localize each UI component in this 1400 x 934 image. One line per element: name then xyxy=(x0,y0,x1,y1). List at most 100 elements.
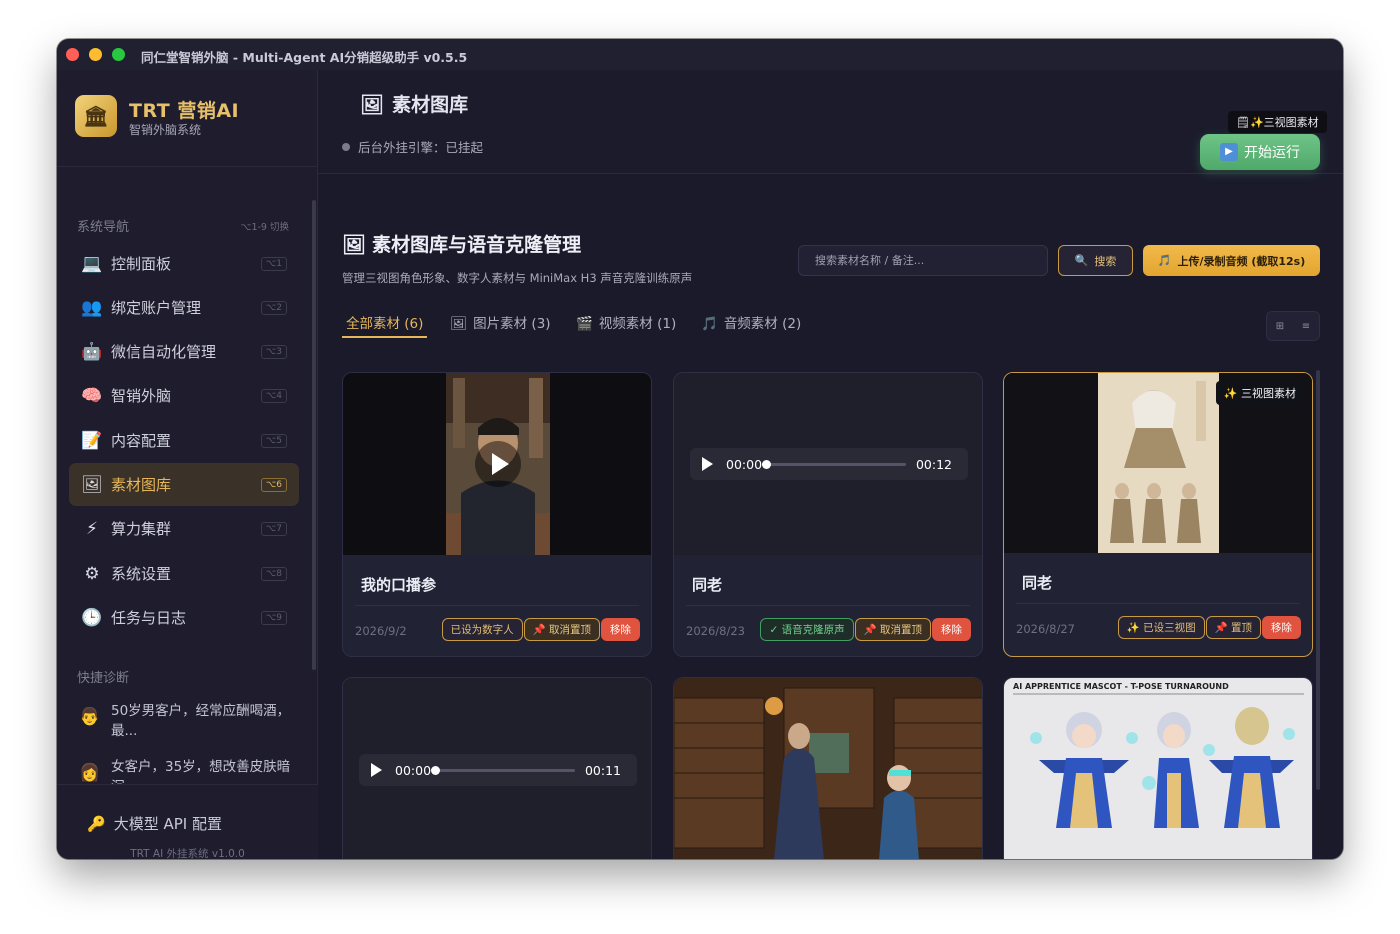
laptop-icon: 💻 xyxy=(81,253,103,274)
diagnosis-item[interactable]: 👨 50岁男客户，经常应酬喝酒，最... xyxy=(79,701,299,745)
audio-progress[interactable] xyxy=(431,765,575,775)
memo-icon: 📝 xyxy=(81,430,103,451)
tooltip-text: 三视图素材 xyxy=(1263,116,1319,129)
sidebar-item-label: 绑定账户管理 xyxy=(111,299,202,317)
upload-audio-label: 上传/录制音频 (截取12s) xyxy=(1177,254,1306,268)
card-title: 我的口播参 xyxy=(361,576,437,594)
search-button[interactable]: 🔍 搜索 xyxy=(1058,245,1133,276)
tab-videos[interactable]: 🎬 视频素材 (1) xyxy=(572,306,680,338)
sidebar-item-7[interactable]: ⚡ 算力集群 ⌥7 xyxy=(69,507,299,550)
tab-audio[interactable]: 🎵 音频素材 (2) xyxy=(697,306,805,338)
status-dot xyxy=(342,143,350,151)
section-title: 🖼 素材图库与语音克隆管理 xyxy=(342,230,581,257)
zoom-window-button[interactable] xyxy=(112,48,125,61)
sidebar: 🏛 TRT 营销AI 智销外脑系统 系统导航 ⌥1-9 切换 💻 控制面板 ⌥1 👥 绑… xyxy=(57,70,318,859)
shortcut-key: ⌥5 xyxy=(260,433,287,448)
start-run-button[interactable]: ▶ 开始运行 xyxy=(1200,134,1320,170)
top-bar: 🖼 素材图库 后台外挂引擎：已挂起 🗒✨三视图素材 ▶ 开始运行 xyxy=(318,70,1343,174)
card-title: 同老 xyxy=(692,576,723,594)
tab-images[interactable]: 🖼 图片素材 (3) xyxy=(446,306,555,338)
picture-icon: 🖼 xyxy=(360,94,385,116)
sidebar-item-2[interactable]: 👥 绑定账户管理 ⌥2 xyxy=(69,286,299,329)
engine-status: 后台外挂引擎：已挂起 xyxy=(342,137,483,156)
sidebar-item-9[interactable]: 🕒 任务与日志 ⌥9 xyxy=(69,596,299,639)
asset-card[interactable] xyxy=(673,677,983,859)
search-label: 搜索 xyxy=(1094,254,1117,268)
video-thumbnail xyxy=(343,373,651,555)
set-digital-human-button[interactable]: 已设为数字人 xyxy=(441,618,523,641)
tooltip: 🗒✨三视图素材 xyxy=(1228,111,1327,133)
man-icon: 👨 xyxy=(79,707,101,727)
minimize-window-button[interactable] xyxy=(89,48,102,61)
sidebar-item-3[interactable]: 🤖 微信自动化管理 ⌥3 xyxy=(69,330,299,373)
play-icon xyxy=(492,453,509,475)
remove-button[interactable]: 移除 xyxy=(601,618,640,641)
pharmacy-scene-image xyxy=(674,678,982,859)
page-title-text: 素材图库 xyxy=(392,94,469,116)
asset-card[interactable]: AI APPRENTICE MASCOT - T-POSE TURNAROUND xyxy=(1003,677,1313,859)
nav-heading: 系统导航 xyxy=(77,220,130,235)
shortcut-key: ⌥8 xyxy=(260,566,287,581)
audio-total-time: 00:12 xyxy=(915,456,952,472)
audio-progress-knob[interactable] xyxy=(762,459,772,469)
clock-icon: 🕒 xyxy=(81,607,103,628)
asset-card[interactable]: ✨ 三视图素材 同老 2026/8/27 ✨ 已设三视图 📌 置顶 移除 xyxy=(1003,372,1313,657)
sidebar-item-label: 算力集群 xyxy=(111,520,172,538)
robot-icon: 🤖 xyxy=(81,341,103,362)
play-button[interactable] xyxy=(475,441,521,487)
sidebar-item-5[interactable]: 📝 内容配置 ⌥5 xyxy=(69,419,299,462)
search-icon: 🔍 xyxy=(1074,254,1089,267)
asset-card[interactable]: 00:00 00:11 xyxy=(342,677,652,859)
diagnosis-item[interactable]: 👩 女客户，35岁，想改善皮肤暗沉 xyxy=(79,757,299,784)
play-icon[interactable] xyxy=(371,763,382,777)
remove-button[interactable]: 移除 xyxy=(932,618,971,641)
shortcut-key: ⌥7 xyxy=(260,521,287,536)
brand-subtitle: 智销外脑系统 xyxy=(129,123,202,137)
brand: 🏛 TRT 营销AI 智销外脑系统 xyxy=(75,95,305,137)
sidebar-footer: 🔑 大模型 API 配置 TRT AI 外挂系统 v1.0.0 xyxy=(57,784,318,859)
sidebar-item-label: 系统设置 xyxy=(111,565,172,583)
sidebar-item-1[interactable]: 💻 控制面板 ⌥1 xyxy=(69,242,299,285)
asset-card[interactable]: 00:00 00:12 同老 2026/8/23 ✓ 语音克隆原声 📌 取消置顶… xyxy=(673,372,983,657)
nav-shortcut-hint: ⌥1-9 切换 xyxy=(240,222,289,233)
image-caption: AI APPRENTICE MASCOT - T-POSE TURNAROUND xyxy=(1013,682,1229,691)
tab-label: 图片素材 (3) xyxy=(473,316,551,332)
version-text: TRT AI 外挂系统 v1.0.0 xyxy=(130,848,245,859)
sidebar-item-6[interactable]: 🖼 素材图库 ⌥6 xyxy=(69,463,299,506)
unpin-button[interactable]: 📌 取消置顶 xyxy=(523,618,600,641)
divider xyxy=(57,166,318,167)
audio-player[interactable]: 00:00 00:12 xyxy=(690,448,968,480)
grid-view-icon[interactable]: ⊞ xyxy=(1276,321,1284,332)
search-input[interactable] xyxy=(798,245,1048,276)
play-icon[interactable] xyxy=(702,457,713,471)
tab-all[interactable]: 全部素材 (6) xyxy=(342,306,428,338)
sidebar-item-4[interactable]: 🧠 智销外脑 ⌥4 xyxy=(69,374,299,417)
voice-clone-source-button[interactable]: ✓ 语音克隆原声 xyxy=(760,618,854,641)
audio-total-time: 00:11 xyxy=(584,762,621,778)
pin-button[interactable]: 📌 置顶 xyxy=(1205,616,1261,639)
divider xyxy=(686,605,970,606)
section-title-text: 素材图库与语音克隆管理 xyxy=(372,234,582,256)
sidebar-item-8[interactable]: ⚙ 系统设置 ⌥8 xyxy=(69,552,299,595)
brain-icon: 🧠 xyxy=(81,385,103,406)
upload-audio-button[interactable]: 🎵 上传/录制音频 (截取12s) xyxy=(1143,245,1320,276)
card-date: 2026/8/23 xyxy=(686,624,745,638)
audio-progress[interactable] xyxy=(762,459,906,469)
music-icon: 🎵 xyxy=(701,316,718,332)
content-scrollbar[interactable] xyxy=(1316,370,1320,790)
sidebar-item-label: 控制面板 xyxy=(111,255,172,273)
unpin-button[interactable]: 📌 取消置顶 xyxy=(854,618,931,641)
shortcut-key: ⌥3 xyxy=(260,344,287,359)
audio-player[interactable]: 00:00 00:11 xyxy=(359,754,637,786)
api-config-button[interactable]: 🔑 大模型 API 配置 xyxy=(87,813,222,834)
asset-card[interactable]: 我的口播参 2026/9/2 已设为数字人 📌 取消置顶 移除 xyxy=(342,372,652,657)
diagnosis-heading: 快捷诊断 xyxy=(77,671,130,686)
three-view-set-button[interactable]: ✨ 已设三视图 xyxy=(1117,616,1205,639)
list-view-icon[interactable]: ≡ xyxy=(1302,321,1310,332)
audio-progress-knob[interactable] xyxy=(431,765,441,775)
page-title: 🖼 素材图库 xyxy=(360,90,468,117)
close-window-button[interactable] xyxy=(66,48,79,61)
sidebar-scrollbar[interactable] xyxy=(312,200,316,670)
remove-button[interactable]: 移除 xyxy=(1262,616,1301,639)
shortcut-key: ⌥2 xyxy=(260,300,287,315)
